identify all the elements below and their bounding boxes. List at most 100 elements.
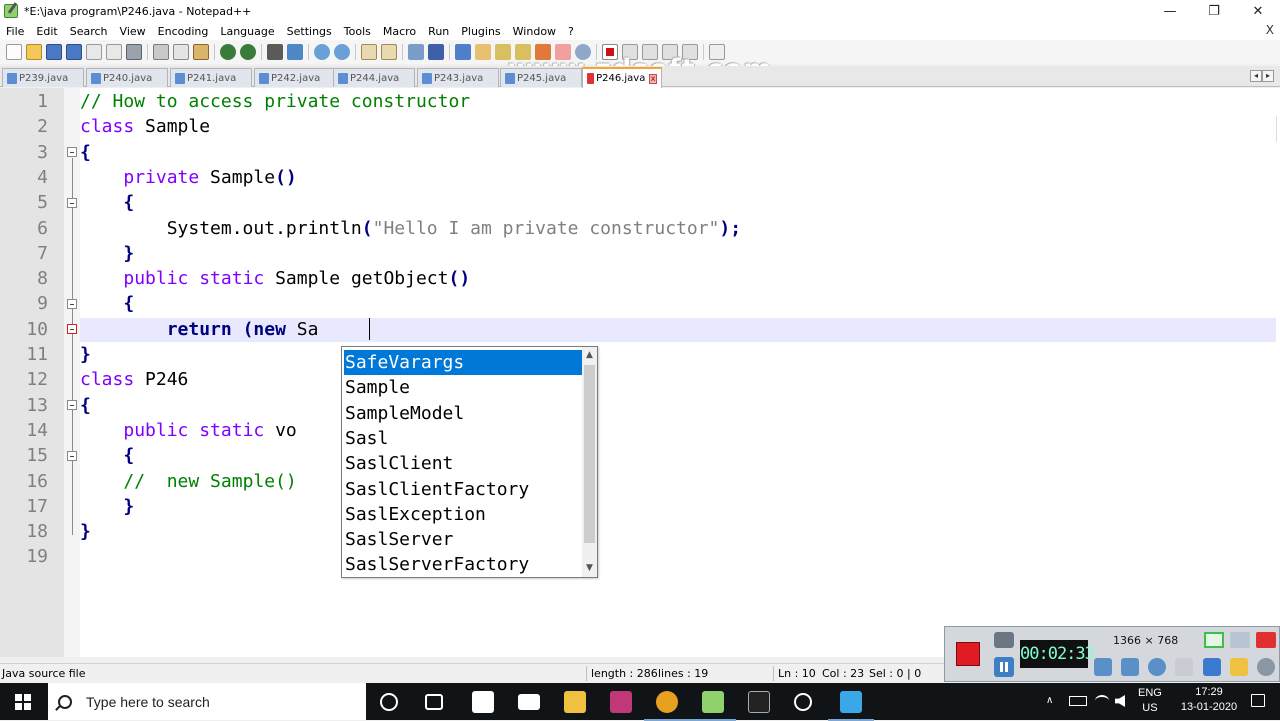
menu-file[interactable]: File xyxy=(0,25,30,38)
tab-close-icon[interactable]: x xyxy=(649,73,657,84)
tray-expand-icon[interactable]: ∧ xyxy=(1046,695,1053,706)
autocomplete-list[interactable]: SafeVarargs Sample SampleModel Sasl SaslClie… xyxy=(341,346,598,578)
volume-icon[interactable] xyxy=(1115,695,1125,707)
region-icon[interactable] xyxy=(1204,632,1224,648)
menu-window[interactable]: Window xyxy=(507,25,562,38)
close-window-button[interactable]: ✕ xyxy=(1236,0,1280,22)
language-indicator[interactable]: ENG US xyxy=(1138,687,1162,714)
autocomplete-scroll-thumb[interactable] xyxy=(584,365,595,543)
autocomplete-item[interactable]: Sample xyxy=(344,375,582,400)
redo-icon[interactable] xyxy=(240,44,256,60)
tab-p242[interactable]: P242.java xyxy=(254,68,336,87)
autocomplete-item[interactable]: SaslClient xyxy=(344,451,582,476)
fold-toggle-icon[interactable] xyxy=(67,451,77,461)
pen-icon[interactable] xyxy=(1203,658,1221,676)
menu-run[interactable]: Run xyxy=(422,25,455,38)
start-button[interactable] xyxy=(0,683,46,720)
autocomplete-item[interactable]: SaslClientFactory xyxy=(344,477,582,502)
find-icon[interactable] xyxy=(267,44,283,60)
tab-p246[interactable]: P246.java x xyxy=(582,67,662,88)
menu-plugins[interactable]: Plugins xyxy=(455,25,506,38)
language-udl-icon[interactable] xyxy=(475,44,491,60)
notepadpp-taskbar-icon[interactable] xyxy=(690,691,736,721)
recorder-app-icon[interactable] xyxy=(828,691,874,721)
autocomplete-item[interactable]: SaslServerFactory xyxy=(344,552,582,577)
restore-button[interactable]: ❐ xyxy=(1192,0,1236,22)
save-all-icon[interactable] xyxy=(66,44,82,60)
undo-icon[interactable] xyxy=(220,44,236,60)
close-document-button[interactable]: X xyxy=(1266,23,1274,37)
new-file-icon[interactable] xyxy=(6,44,22,60)
clock[interactable]: 17:29 13-01-2020 xyxy=(1176,686,1242,713)
tab-p243[interactable]: P243.java xyxy=(417,68,499,87)
microphone-icon[interactable] xyxy=(1121,658,1139,676)
close-file-icon[interactable] xyxy=(86,44,102,60)
zoom-out-icon[interactable] xyxy=(334,44,350,60)
sync-vertical-icon[interactable] xyxy=(361,44,377,60)
tab-scroll-left-icon[interactable]: ◂ xyxy=(1250,70,1262,82)
tab-p239[interactable]: P239.java xyxy=(2,68,84,87)
notifications-icon[interactable] xyxy=(1251,694,1265,707)
battery-icon[interactable] xyxy=(1069,696,1087,706)
autocomplete-item[interactable]: Sasl xyxy=(344,426,582,451)
menu-macro[interactable]: Macro xyxy=(377,25,422,38)
zoom-in-icon[interactable] xyxy=(314,44,330,60)
store-icon[interactable] xyxy=(472,691,494,713)
sync-horizontal-icon[interactable] xyxy=(381,44,397,60)
fold-toggle-icon[interactable] xyxy=(67,400,77,410)
file-explorer-icon[interactable] xyxy=(564,691,586,713)
fold-toggle-icon[interactable] xyxy=(67,147,77,157)
autocomplete-item[interactable]: SaslServer xyxy=(344,527,582,552)
tab-p241[interactable]: P241.java xyxy=(170,68,252,87)
tab-scroll-right-icon[interactable]: ▸ xyxy=(1262,70,1274,82)
autocomplete-item[interactable]: SafeVarargs xyxy=(344,350,582,375)
task-view-icon[interactable] xyxy=(425,694,443,710)
menu-language[interactable]: Language xyxy=(214,25,280,38)
menu-tools[interactable]: Tools xyxy=(338,25,377,38)
menu-search[interactable]: Search xyxy=(64,25,114,38)
menu-edit[interactable]: Edit xyxy=(30,25,63,38)
fold-toggle-icon[interactable] xyxy=(67,324,77,334)
autocomplete-item[interactable]: SaslException xyxy=(344,502,582,527)
indent-guide-icon[interactable] xyxy=(455,44,471,60)
taskbar-search-box[interactable]: Type here to search xyxy=(48,683,366,720)
close-all-icon[interactable] xyxy=(106,44,122,60)
command-prompt-icon[interactable] xyxy=(748,691,770,713)
cut-icon[interactable] xyxy=(153,44,169,60)
scroll-up-icon[interactable]: ▲ xyxy=(585,350,594,360)
speaker-icon[interactable] xyxy=(1094,658,1112,676)
show-all-chars-icon[interactable] xyxy=(428,44,444,60)
autocomplete-scrollbar[interactable]: ▲ ▼ xyxy=(582,347,597,577)
autocomplete-item[interactable]: SampleModel xyxy=(344,401,582,426)
menu-help[interactable]: ? xyxy=(562,25,580,38)
tab-p244[interactable]: P244.java xyxy=(333,68,415,87)
camera-icon[interactable] xyxy=(994,632,1014,648)
cortana-icon[interactable] xyxy=(380,693,398,711)
settings-gear-icon[interactable] xyxy=(1257,658,1275,676)
save-icon[interactable] xyxy=(46,44,62,60)
chrome-icon[interactable] xyxy=(644,691,690,721)
scroll-down-icon[interactable]: ▼ xyxy=(585,563,594,573)
mail-icon[interactable] xyxy=(518,694,540,710)
webcam-icon[interactable] xyxy=(1148,658,1166,676)
fold-toggle-icon[interactable] xyxy=(67,198,77,208)
cursor-icon[interactable] xyxy=(1175,658,1193,676)
minimize-recorder-icon[interactable] xyxy=(1230,632,1250,648)
wifi-icon[interactable] xyxy=(1095,695,1109,707)
minimize-button[interactable]: — xyxy=(1148,0,1192,22)
word-wrap-icon[interactable] xyxy=(408,44,424,60)
menu-encoding[interactable]: Encoding xyxy=(152,25,215,38)
intellij-icon[interactable] xyxy=(610,691,632,713)
folder-icon[interactable] xyxy=(1230,658,1248,676)
code-editor[interactable]: 1 2 3 4 5 6 7 8 9 10 11 12 13 14 15 16 17 18 19 // How to … xyxy=(0,88,1280,657)
menu-view[interactable]: View xyxy=(114,25,152,38)
replace-icon[interactable] xyxy=(287,44,303,60)
paste-icon[interactable] xyxy=(193,44,209,60)
print-icon[interactable] xyxy=(126,44,142,60)
copy-icon[interactable] xyxy=(173,44,189,60)
pause-icon[interactable] xyxy=(994,657,1014,677)
fold-toggle-icon[interactable] xyxy=(67,299,77,309)
close-recorder-icon[interactable] xyxy=(1256,632,1276,648)
settings-icon[interactable] xyxy=(794,693,812,711)
stop-recording-icon[interactable] xyxy=(956,642,980,666)
